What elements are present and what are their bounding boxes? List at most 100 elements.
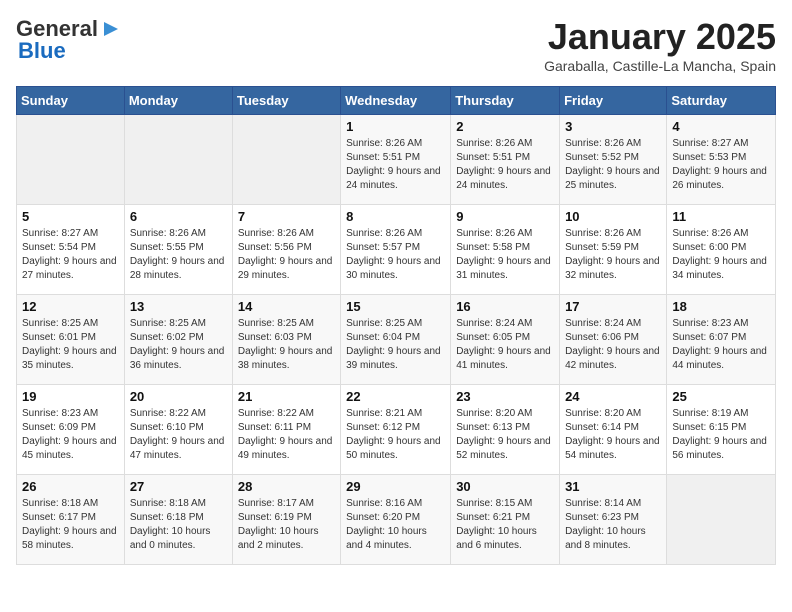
calendar-cell: 7 Sunrise: 8:26 AM Sunset: 5:56 PM Daylig… bbox=[232, 205, 340, 295]
day-info: Sunrise: 8:26 AM Sunset: 5:59 PM Dayligh… bbox=[565, 227, 661, 283]
calendar-cell: 30 Sunrise: 8:15 AM Sunset: 6:21 PM Dayli… bbox=[451, 475, 560, 565]
calendar-cell: 20 Sunrise: 8:22 AM Sunset: 6:10 PM Dayli… bbox=[124, 385, 232, 475]
page-header: General Blue January 2025 Garaballa, Cas… bbox=[16, 16, 776, 74]
day-number: 15 bbox=[346, 299, 445, 314]
day-number: 24 bbox=[565, 389, 661, 404]
day-number: 14 bbox=[238, 299, 335, 314]
day-info: Sunrise: 8:22 AM Sunset: 6:10 PM Dayligh… bbox=[130, 407, 227, 463]
calendar-cell bbox=[232, 115, 340, 205]
calendar-cell: 24Sunrise: 8:20 AM Sunset: 6:14 PM Dayli… bbox=[560, 385, 667, 475]
day-info: Sunrise: 8:25 AM Sunset: 6:04 PM Dayligh… bbox=[346, 317, 445, 373]
calendar-cell: 5 Sunrise: 8:27 AM Sunset: 5:54 PM Daylig… bbox=[17, 205, 125, 295]
calendar-cell: 2Sunrise: 8:26 AM Sunset: 5:51 PM Daylig… bbox=[451, 115, 560, 205]
day-info: Sunrise: 8:23 AM Sunset: 6:07 PM Dayligh… bbox=[672, 317, 770, 373]
day-info: Sunrise: 8:23 AM Sunset: 6:09 PM Dayligh… bbox=[22, 407, 119, 463]
calendar-week-row: 1 Sunrise: 8:26 AM Sunset: 5:51 PM Daylig… bbox=[17, 115, 776, 205]
weekday-header-saturday: Saturday bbox=[667, 87, 776, 115]
day-info: Sunrise: 8:26 AM Sunset: 5:57 PM Dayligh… bbox=[346, 227, 445, 283]
calendar-cell: 26 Sunrise: 8:18 AM Sunset: 6:17 PM Dayli… bbox=[17, 475, 125, 565]
calendar-cell bbox=[667, 475, 776, 565]
title-section: January 2025 Garaballa, Castille-La Manc… bbox=[544, 16, 776, 74]
location-text: Garaballa, Castille-La Mancha, Spain bbox=[544, 58, 776, 74]
day-number: 17 bbox=[565, 299, 661, 314]
calendar-cell: 19 Sunrise: 8:23 AM Sunset: 6:09 PM Dayli… bbox=[17, 385, 125, 475]
weekday-header-tuesday: Tuesday bbox=[232, 87, 340, 115]
day-info: Sunrise: 8:14 AM Sunset: 6:23 PM Dayligh… bbox=[565, 497, 661, 553]
calendar-cell: 4 Sunrise: 8:27 AM Sunset: 5:53 PM Daylig… bbox=[667, 115, 776, 205]
weekday-header-friday: Friday bbox=[560, 87, 667, 115]
day-info: Sunrise: 8:27 AM Sunset: 5:53 PM Dayligh… bbox=[672, 137, 770, 193]
day-info: Sunrise: 8:27 AM Sunset: 5:54 PM Dayligh… bbox=[22, 227, 119, 283]
calendar-cell: 9Sunrise: 8:26 AM Sunset: 5:58 PM Daylig… bbox=[451, 205, 560, 295]
calendar-week-row: 12 Sunrise: 8:25 AM Sunset: 6:01 PM Dayli… bbox=[17, 295, 776, 385]
day-number: 11 bbox=[672, 209, 770, 224]
month-title: January 2025 bbox=[544, 16, 776, 58]
day-info: Sunrise: 8:26 AM Sunset: 5:56 PM Dayligh… bbox=[238, 227, 335, 283]
day-info: Sunrise: 8:18 AM Sunset: 6:17 PM Dayligh… bbox=[22, 497, 119, 553]
day-number: 23 bbox=[456, 389, 554, 404]
calendar-cell: 18 Sunrise: 8:23 AM Sunset: 6:07 PM Dayli… bbox=[667, 295, 776, 385]
day-number: 26 bbox=[22, 479, 119, 494]
calendar-cell: 6 Sunrise: 8:26 AM Sunset: 5:55 PM Daylig… bbox=[124, 205, 232, 295]
calendar-cell: 10 Sunrise: 8:26 AM Sunset: 5:59 PM Dayli… bbox=[560, 205, 667, 295]
calendar-cell: 15 Sunrise: 8:25 AM Sunset: 6:04 PM Dayli… bbox=[341, 295, 451, 385]
calendar-cell bbox=[124, 115, 232, 205]
calendar-cell bbox=[17, 115, 125, 205]
day-number: 5 bbox=[22, 209, 119, 224]
day-info: Sunrise: 8:24 AM Sunset: 6:06 PM Dayligh… bbox=[565, 317, 661, 373]
weekday-header-row: SundayMondayTuesdayWednesdayThursdayFrid… bbox=[17, 87, 776, 115]
weekday-header-sunday: Sunday bbox=[17, 87, 125, 115]
calendar-cell: 16 Sunrise: 8:24 AM Sunset: 6:05 PM Dayli… bbox=[451, 295, 560, 385]
day-info: Sunrise: 8:25 AM Sunset: 6:02 PM Dayligh… bbox=[130, 317, 227, 373]
calendar-cell: 27 Sunrise: 8:18 AM Sunset: 6:18 PM Dayli… bbox=[124, 475, 232, 565]
weekday-header-monday: Monday bbox=[124, 87, 232, 115]
calendar-table: SundayMondayTuesdayWednesdayThursdayFrid… bbox=[16, 86, 776, 565]
day-number: 4 bbox=[672, 119, 770, 134]
day-number: 21 bbox=[238, 389, 335, 404]
day-info: Sunrise: 8:17 AM Sunset: 6:19 PM Dayligh… bbox=[238, 497, 335, 553]
calendar-cell: 28 Sunrise: 8:17 AM Sunset: 6:19 PM Dayli… bbox=[232, 475, 340, 565]
day-info: Sunrise: 8:26 AM Sunset: 5:51 PM Dayligh… bbox=[346, 137, 445, 193]
day-info: Sunrise: 8:24 AM Sunset: 6:05 PM Dayligh… bbox=[456, 317, 554, 373]
day-number: 6 bbox=[130, 209, 227, 224]
day-number: 18 bbox=[672, 299, 770, 314]
day-number: 30 bbox=[456, 479, 554, 494]
day-number: 13 bbox=[130, 299, 227, 314]
day-info: Sunrise: 8:19 AM Sunset: 6:15 PM Dayligh… bbox=[672, 407, 770, 463]
calendar-week-row: 5 Sunrise: 8:27 AM Sunset: 5:54 PM Daylig… bbox=[17, 205, 776, 295]
logo-blue-text: Blue bbox=[18, 38, 66, 64]
calendar-cell: 31Sunrise: 8:14 AM Sunset: 6:23 PM Dayli… bbox=[560, 475, 667, 565]
calendar-cell: 1 Sunrise: 8:26 AM Sunset: 5:51 PM Daylig… bbox=[341, 115, 451, 205]
calendar-cell: 3Sunrise: 8:26 AM Sunset: 5:52 PM Daylig… bbox=[560, 115, 667, 205]
day-number: 10 bbox=[565, 209, 661, 224]
day-info: Sunrise: 8:18 AM Sunset: 6:18 PM Dayligh… bbox=[130, 497, 227, 553]
day-number: 28 bbox=[238, 479, 335, 494]
day-number: 7 bbox=[238, 209, 335, 224]
day-number: 20 bbox=[130, 389, 227, 404]
day-number: 22 bbox=[346, 389, 445, 404]
day-info: Sunrise: 8:26 AM Sunset: 5:55 PM Dayligh… bbox=[130, 227, 227, 283]
day-number: 19 bbox=[22, 389, 119, 404]
day-number: 1 bbox=[346, 119, 445, 134]
day-info: Sunrise: 8:21 AM Sunset: 6:12 PM Dayligh… bbox=[346, 407, 445, 463]
weekday-header-wednesday: Wednesday bbox=[341, 87, 451, 115]
calendar-cell: 12 Sunrise: 8:25 AM Sunset: 6:01 PM Dayli… bbox=[17, 295, 125, 385]
calendar-cell: 13 Sunrise: 8:25 AM Sunset: 6:02 PM Dayli… bbox=[124, 295, 232, 385]
day-number: 25 bbox=[672, 389, 770, 404]
day-info: Sunrise: 8:15 AM Sunset: 6:21 PM Dayligh… bbox=[456, 497, 554, 553]
calendar-cell: 17 Sunrise: 8:24 AM Sunset: 6:06 PM Dayli… bbox=[560, 295, 667, 385]
calendar-week-row: 19 Sunrise: 8:23 AM Sunset: 6:09 PM Dayli… bbox=[17, 385, 776, 475]
day-number: 16 bbox=[456, 299, 554, 314]
day-number: 27 bbox=[130, 479, 227, 494]
day-number: 12 bbox=[22, 299, 119, 314]
day-info: Sunrise: 8:26 AM Sunset: 6:00 PM Dayligh… bbox=[672, 227, 770, 283]
calendar-cell: 22 Sunrise: 8:21 AM Sunset: 6:12 PM Dayli… bbox=[341, 385, 451, 475]
day-info: Sunrise: 8:25 AM Sunset: 6:01 PM Dayligh… bbox=[22, 317, 119, 373]
day-info: Sunrise: 8:16 AM Sunset: 6:20 PM Dayligh… bbox=[346, 497, 445, 553]
day-info: Sunrise: 8:26 AM Sunset: 5:58 PM Dayligh… bbox=[456, 227, 554, 283]
day-info: Sunrise: 8:20 AM Sunset: 6:13 PM Dayligh… bbox=[456, 407, 554, 463]
day-info: Sunrise: 8:25 AM Sunset: 6:03 PM Dayligh… bbox=[238, 317, 335, 373]
calendar-week-row: 26 Sunrise: 8:18 AM Sunset: 6:17 PM Dayli… bbox=[17, 475, 776, 565]
calendar-cell: 11 Sunrise: 8:26 AM Sunset: 6:00 PM Dayli… bbox=[667, 205, 776, 295]
day-info: Sunrise: 8:26 AM Sunset: 5:52 PM Dayligh… bbox=[565, 137, 661, 193]
